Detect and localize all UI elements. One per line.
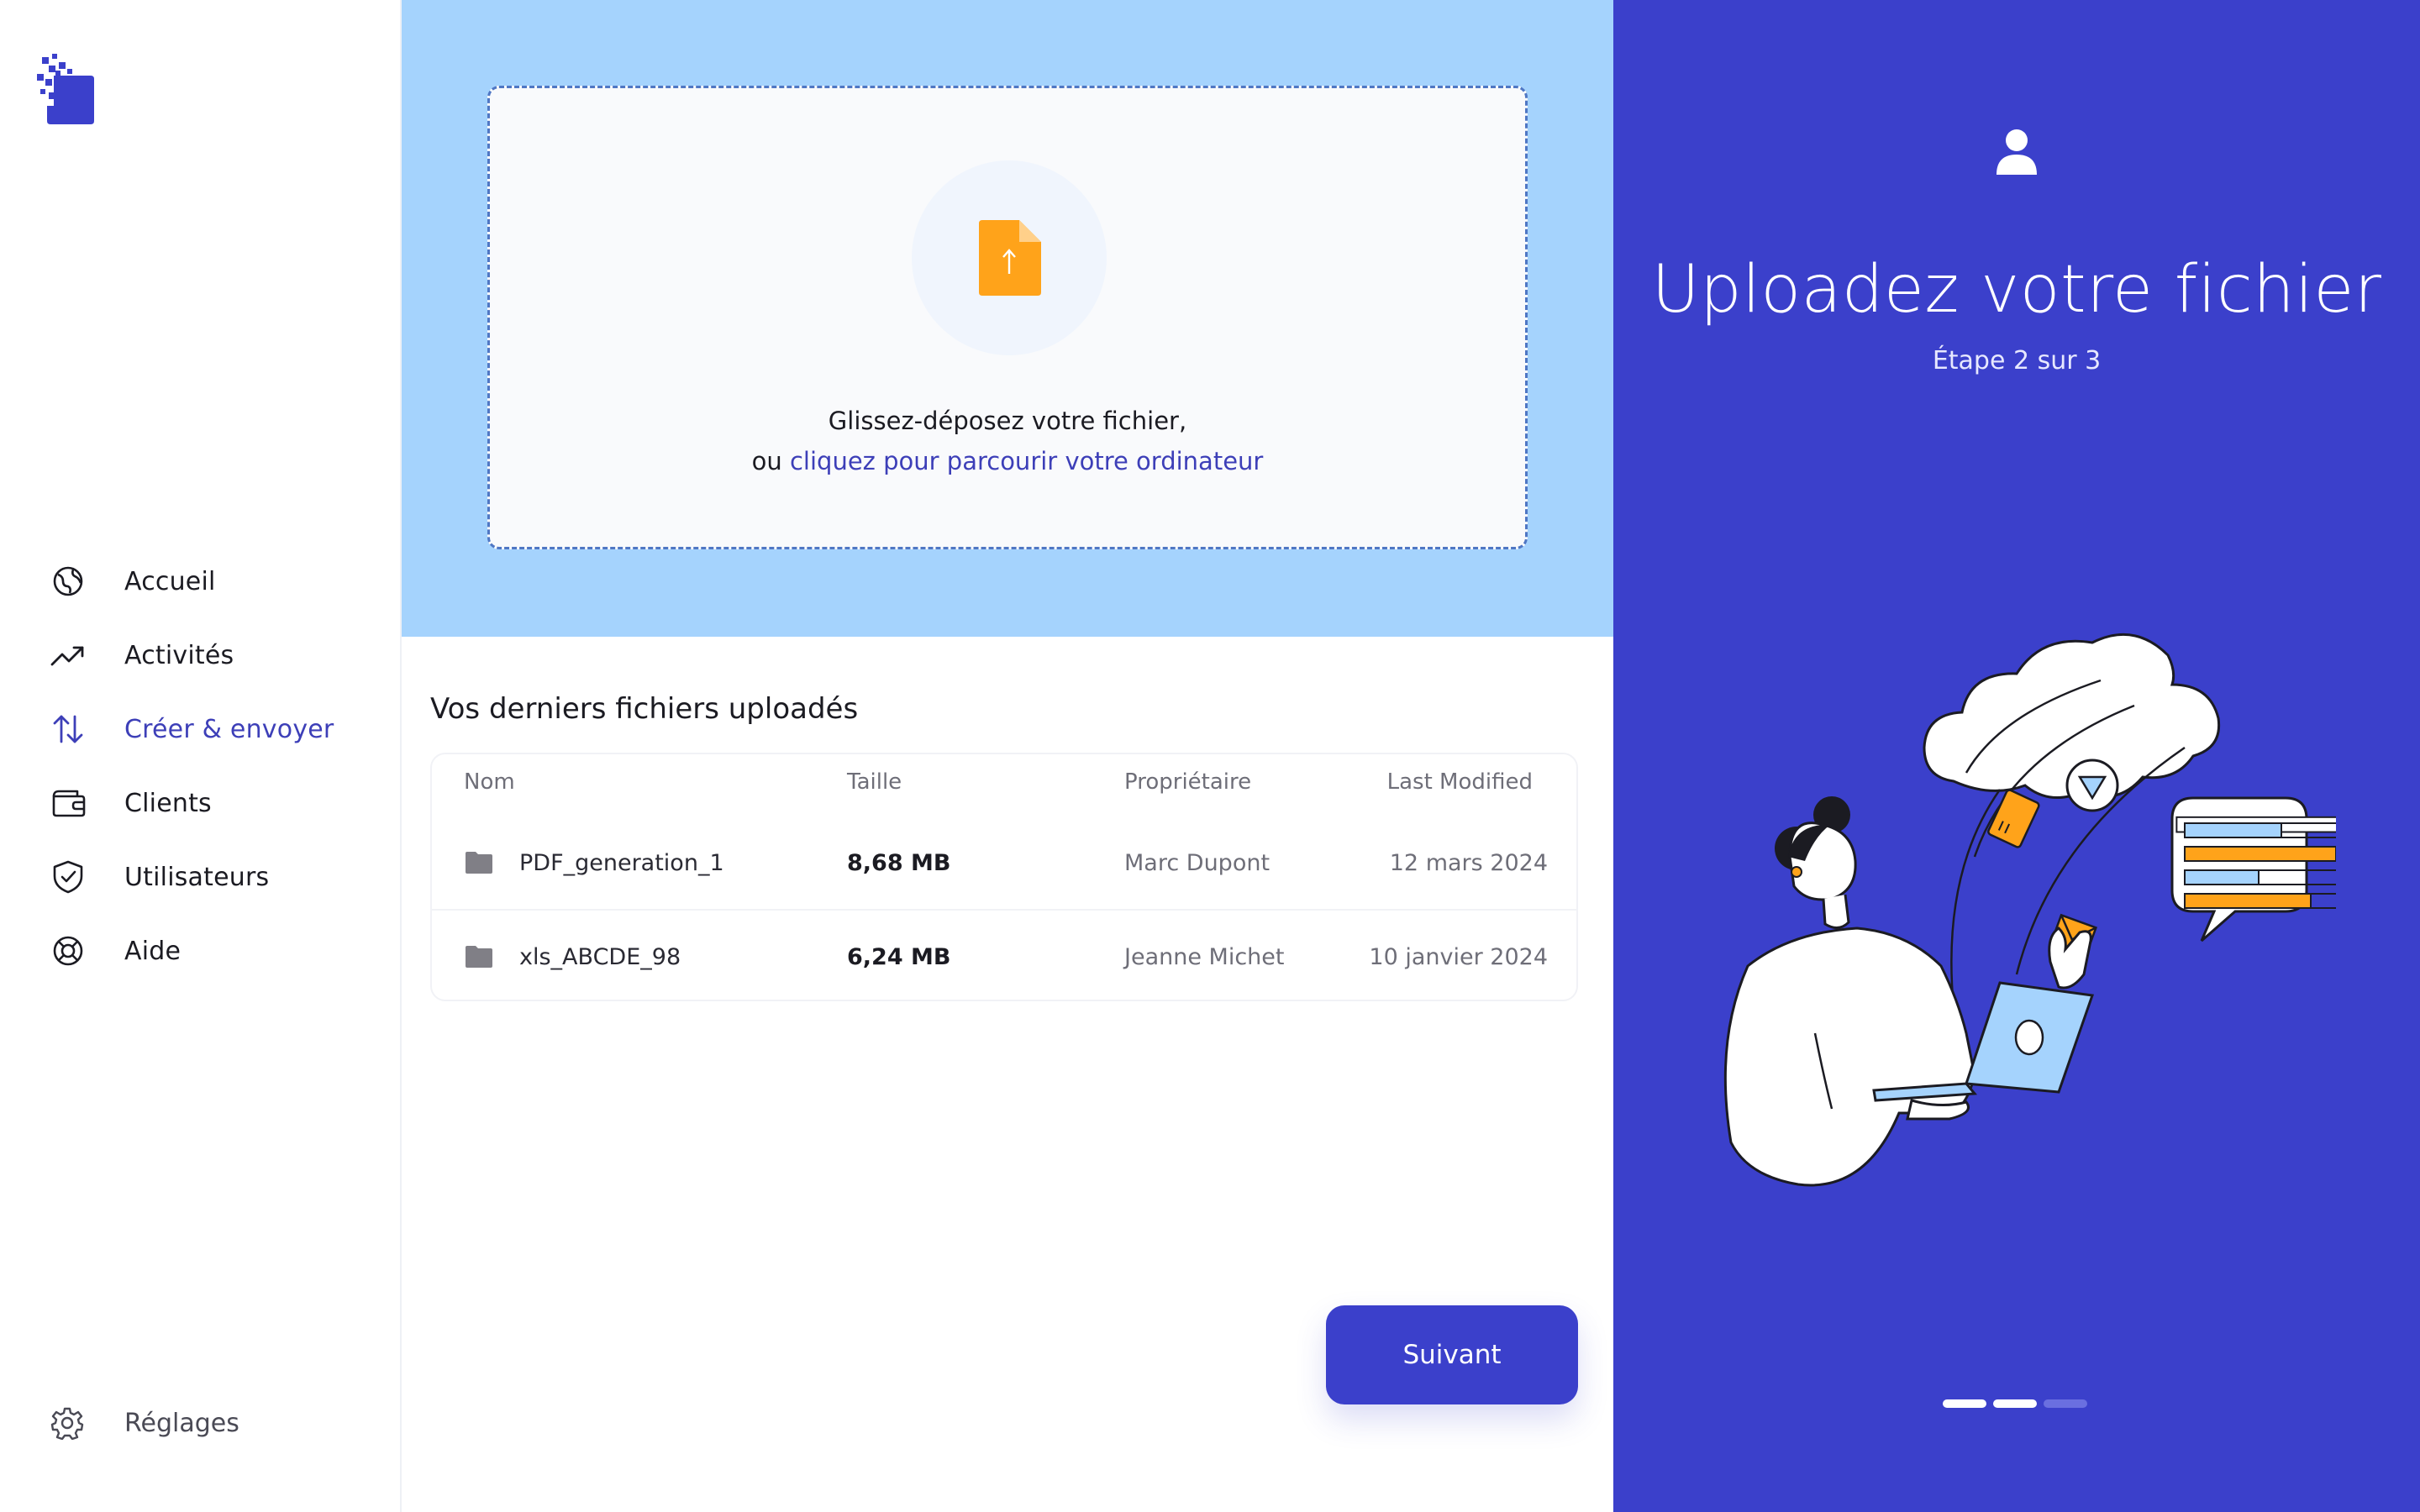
sidebar-item-aide[interactable]: Aide [49, 914, 334, 988]
step-dot-3[interactable] [2044, 1399, 2087, 1408]
folder-icon [466, 946, 492, 968]
step-dots [1943, 1399, 2087, 1408]
upload-icon-circle [912, 160, 1107, 355]
browse-computer-link[interactable]: cliquez pour parcourir votre ordinateur [790, 447, 1263, 475]
file-name: xls_ABCDE_98 [519, 943, 681, 970]
sidebar: Accueil Activités Créer & envoyer Client… [0, 0, 402, 1512]
settings-label: Réglages [124, 1408, 239, 1438]
column-header-size[interactable]: Taille [847, 769, 902, 795]
file-owner: Jeanne Michet [1124, 943, 1285, 970]
sidebar-item-clients[interactable]: Clients [49, 766, 334, 840]
file-upload-icon [979, 220, 1041, 296]
upload-area: Glissez-déposez votre fichier, ou clique… [402, 0, 1613, 637]
panel-title: Uploadez votre fichier [1651, 252, 2382, 328]
sidebar-item-reglages[interactable]: Réglages [49, 1404, 239, 1441]
file-owner: Marc Dupont [1124, 849, 1270, 876]
dropzone-line1: Glissez-déposez votre fichier, [828, 407, 1187, 435]
table-row[interactable]: PDF_generation_1 8,68 MB Marc Dupont 12 … [432, 816, 1576, 909]
recent-files-title: Vos derniers fichiers uploadés [430, 692, 859, 726]
onboarding-panel: Uploadez votre fichier Étape 2 sur 3 [1613, 0, 2420, 1512]
file-dropzone[interactable]: Glissez-déposez votre fichier, ou clique… [487, 86, 1528, 549]
file-name: PDF_generation_1 [519, 849, 724, 876]
sidebar-item-label: Accueil [124, 566, 216, 596]
wallet-icon [49, 784, 87, 822]
brand-logo[interactable] [37, 54, 97, 126]
user-icon [1996, 129, 2037, 175]
column-header-name[interactable]: Nom [464, 769, 515, 795]
file-name-cell: PDF_generation_1 [466, 816, 724, 909]
sidebar-item-label: Créer & envoyer [124, 714, 334, 744]
next-button[interactable]: Suivant [1326, 1305, 1578, 1404]
file-size: 8,68 MB [847, 849, 951, 876]
gear-icon [49, 1404, 86, 1441]
table-row[interactable]: xls_ABCDE_98 6,24 MB Jeanne Michet 10 ja… [432, 909, 1576, 1001]
shield-icon [49, 858, 87, 896]
sidebar-item-label: Activités [124, 640, 234, 670]
arrows-up-down-icon [49, 710, 87, 748]
main-nav: Accueil Activités Créer & envoyer Client… [49, 544, 334, 988]
upload-illustration [1723, 633, 2336, 1187]
dropzone-line2-prefix: ou [751, 447, 790, 475]
column-header-modified[interactable]: Last Modified [1387, 769, 1533, 795]
column-header-owner[interactable]: Propriétaire [1124, 769, 1251, 795]
recent-files-table: Nom Taille Propriétaire Last Modified PD… [430, 753, 1578, 1001]
sidebar-item-label: Utilisateurs [124, 862, 270, 892]
file-size: 6,24 MB [847, 943, 951, 970]
help-wheel-icon [49, 932, 87, 970]
sidebar-item-label: Aide [124, 936, 182, 966]
file-modified: 10 janvier 2024 [1369, 943, 1548, 970]
file-name-cell: xls_ABCDE_98 [466, 911, 681, 1003]
sidebar-item-accueil[interactable]: Accueil [49, 544, 334, 618]
dropzone-instructions: Glissez-déposez votre fichier, ou clique… [490, 401, 1525, 481]
sidebar-item-activites[interactable]: Activités [49, 618, 334, 692]
file-modified: 12 mars 2024 [1389, 849, 1548, 876]
main-content: Glissez-déposez votre fichier, ou clique… [402, 0, 1613, 1512]
trend-up-icon [49, 636, 87, 675]
dropzone-line2: ou cliquez pour parcourir votre ordinate… [490, 441, 1525, 481]
folder-icon [466, 852, 492, 874]
sidebar-item-utilisateurs[interactable]: Utilisateurs [49, 840, 334, 914]
sidebar-item-creer-envoyer[interactable]: Créer & envoyer [49, 692, 334, 766]
step-indicator-text: Étape 2 sur 3 [1932, 346, 2102, 375]
globe-icon [49, 562, 87, 601]
step-dot-2[interactable] [1993, 1399, 2037, 1408]
sidebar-item-label: Clients [124, 788, 212, 818]
step-dot-1[interactable] [1943, 1399, 1986, 1408]
